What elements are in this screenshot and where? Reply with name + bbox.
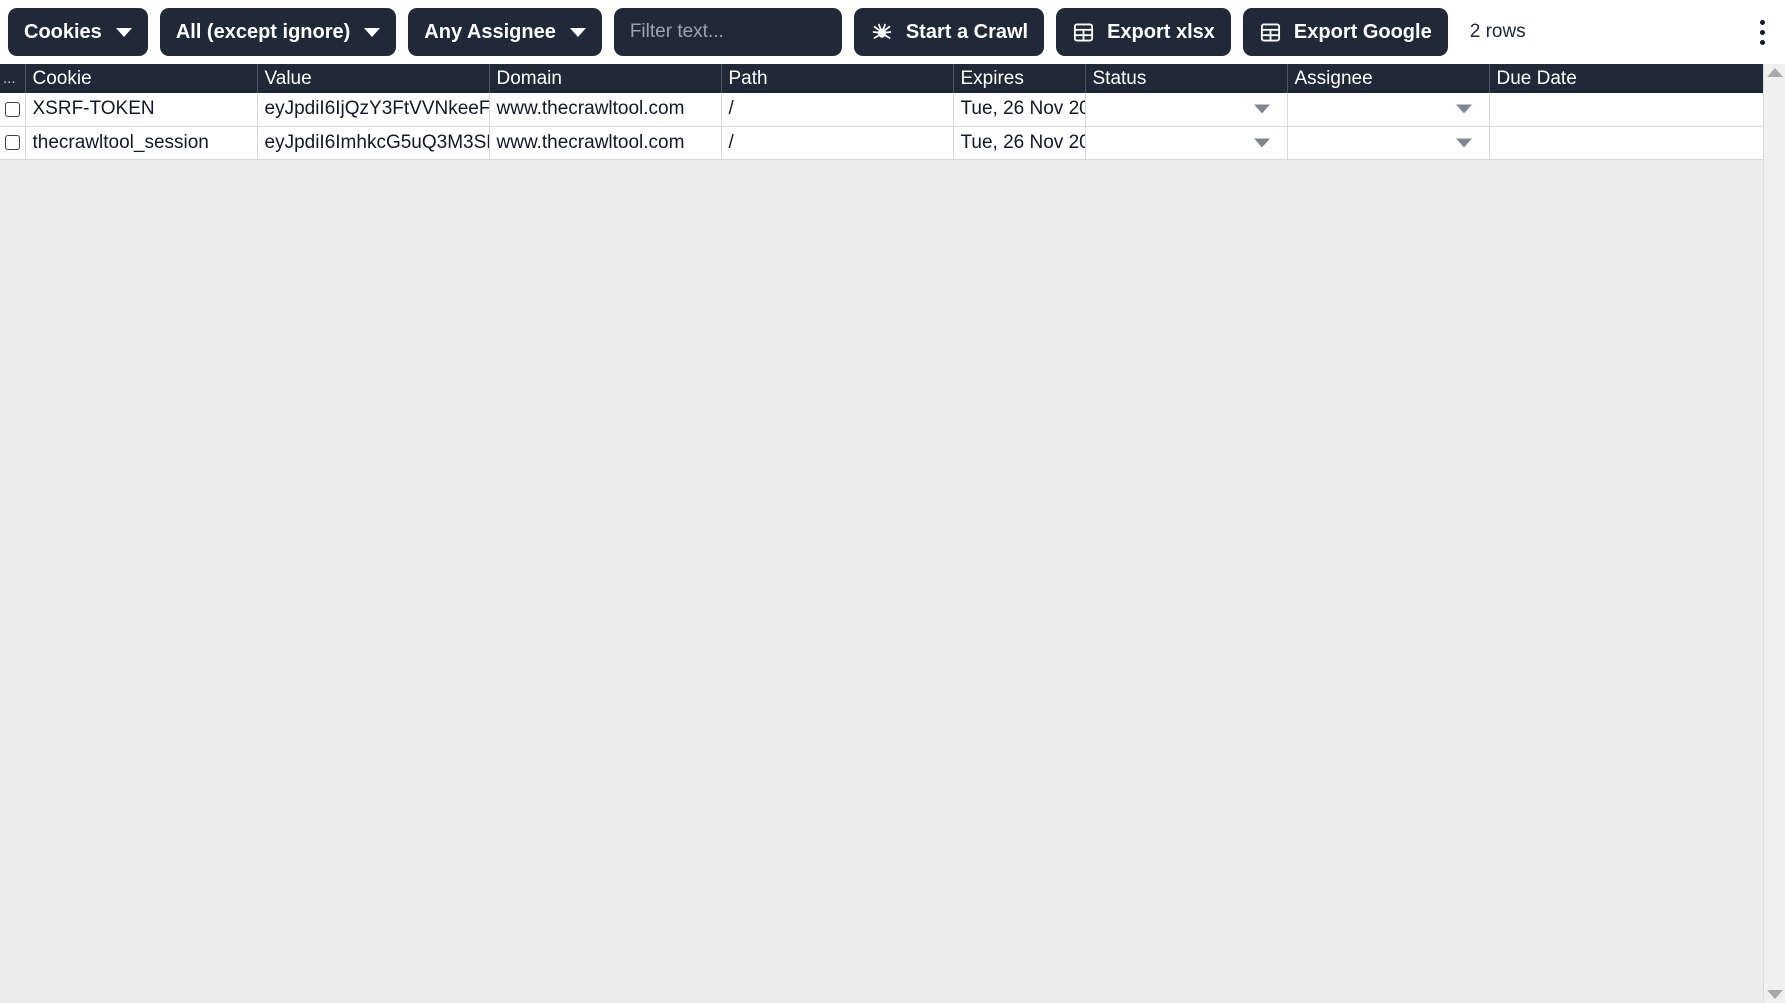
row-count-label: 2 rows — [1469, 21, 1526, 42]
chevron-down-icon — [364, 27, 381, 37]
cell-domain[interactable]: www.thecrawltool.com — [489, 93, 722, 127]
vertical-scrollbar[interactable] — [1763, 64, 1785, 1003]
export-xlsx-label: Export xlsx — [1107, 20, 1215, 43]
cell-expires[interactable]: Tue, 26 Nov 2024 — [953, 93, 1086, 127]
column-header-cookie[interactable]: Cookie — [25, 64, 258, 93]
scope-selector-button[interactable]: All (except ignore) — [159, 8, 397, 56]
kebab-menu-icon[interactable] — [1749, 12, 1775, 52]
column-header-assignee[interactable]: Assignee — [1287, 64, 1490, 93]
scroll-up-arrow-icon[interactable] — [1766, 68, 1783, 77]
chevron-down-icon — [115, 27, 132, 37]
export-xlsx-button[interactable]: Export xlsx — [1056, 8, 1231, 56]
row-select-cell[interactable] — [0, 93, 26, 127]
column-header-path[interactable]: Path — [721, 64, 954, 93]
cell-due-date[interactable] — [1489, 126, 1763, 160]
row-select-cell[interactable] — [0, 126, 26, 160]
cell-due-date[interactable] — [1489, 93, 1763, 127]
cell-domain[interactable]: www.thecrawltool.com — [489, 126, 722, 160]
table-row[interactable]: thecrawltool_session eyJpdiI6ImhkcG5uQ3M… — [0, 126, 1763, 160]
dataset-selector-button[interactable]: Cookies — [8, 8, 148, 56]
table-header-row: ... Cookie Value Domain Path Expires Sta… — [0, 64, 1763, 93]
cell-assignee[interactable] — [1287, 93, 1490, 127]
export-google-button[interactable]: Export Google — [1242, 8, 1448, 56]
scope-selector-label: All (except ignore) — [175, 20, 351, 43]
cell-status[interactable] — [1085, 126, 1288, 160]
dataset-selector-label: Cookies — [24, 20, 102, 43]
data-grid: ... Cookie Value Domain Path Expires Sta… — [0, 64, 1763, 1003]
chevron-down-icon — [569, 27, 586, 37]
app-root: Cookies All (except ignore) Any Assignee… — [0, 0, 1785, 1003]
toolbar: Cookies All (except ignore) Any Assignee… — [0, 0, 1785, 64]
cell-status[interactable] — [1085, 93, 1288, 127]
spider-icon — [870, 20, 894, 44]
column-header-due-date[interactable]: Due Date — [1489, 64, 1763, 93]
table-row[interactable]: XSRF-TOKEN eyJpdiI6IjQzY3FtVVNkeeFRSM3A … — [0, 93, 1763, 127]
cell-value[interactable]: eyJpdiI6ImhkcG5uQ3M3SEpTZn — [257, 126, 490, 160]
row-checkbox[interactable] — [4, 134, 20, 150]
chevron-down-icon[interactable] — [1455, 104, 1472, 114]
grid-empty-area — [0, 159, 1763, 1003]
cell-expires[interactable]: Tue, 26 Nov 2024 — [953, 126, 1086, 160]
select-all-column-header[interactable]: ... — [0, 64, 26, 93]
row-checkbox[interactable] — [4, 101, 20, 117]
cell-cookie[interactable]: XSRF-TOKEN — [25, 93, 258, 127]
cell-value[interactable]: eyJpdiI6IjQzY3FtVVNkeeFRSM3A — [257, 93, 490, 127]
chevron-down-icon[interactable] — [1455, 138, 1472, 147]
chevron-down-icon[interactable] — [1253, 104, 1270, 114]
cell-assignee[interactable] — [1287, 126, 1490, 160]
cell-cookie[interactable]: thecrawltool_session — [25, 126, 258, 160]
table-grid-icon — [1259, 21, 1282, 44]
column-header-value[interactable]: Value — [257, 64, 490, 93]
cell-path[interactable]: / — [721, 93, 954, 127]
start-crawl-label: Start a Crawl — [905, 20, 1029, 43]
assignee-selector-label: Any Assignee — [424, 20, 556, 43]
kebab-dot — [1759, 29, 1765, 35]
column-header-expires[interactable]: Expires — [953, 64, 1086, 93]
scroll-down-arrow-icon[interactable] — [1766, 990, 1783, 999]
column-header-domain[interactable]: Domain — [489, 64, 722, 93]
column-header-status[interactable]: Status — [1085, 64, 1288, 93]
assignee-selector-button[interactable]: Any Assignee — [408, 8, 602, 56]
filter-text-input[interactable] — [613, 8, 842, 56]
start-crawl-button[interactable]: Start a Crawl — [853, 8, 1045, 56]
table-grid-icon — [1072, 21, 1095, 44]
chevron-down-icon[interactable] — [1253, 138, 1270, 147]
kebab-dot — [1759, 19, 1765, 25]
cell-path[interactable]: / — [721, 126, 954, 160]
data-grid-container: ... Cookie Value Domain Path Expires Sta… — [0, 64, 1785, 1003]
export-google-label: Export Google — [1293, 20, 1432, 43]
kebab-dot — [1759, 39, 1765, 45]
cookies-table: ... Cookie Value Domain Path Expires Sta… — [0, 64, 1763, 160]
